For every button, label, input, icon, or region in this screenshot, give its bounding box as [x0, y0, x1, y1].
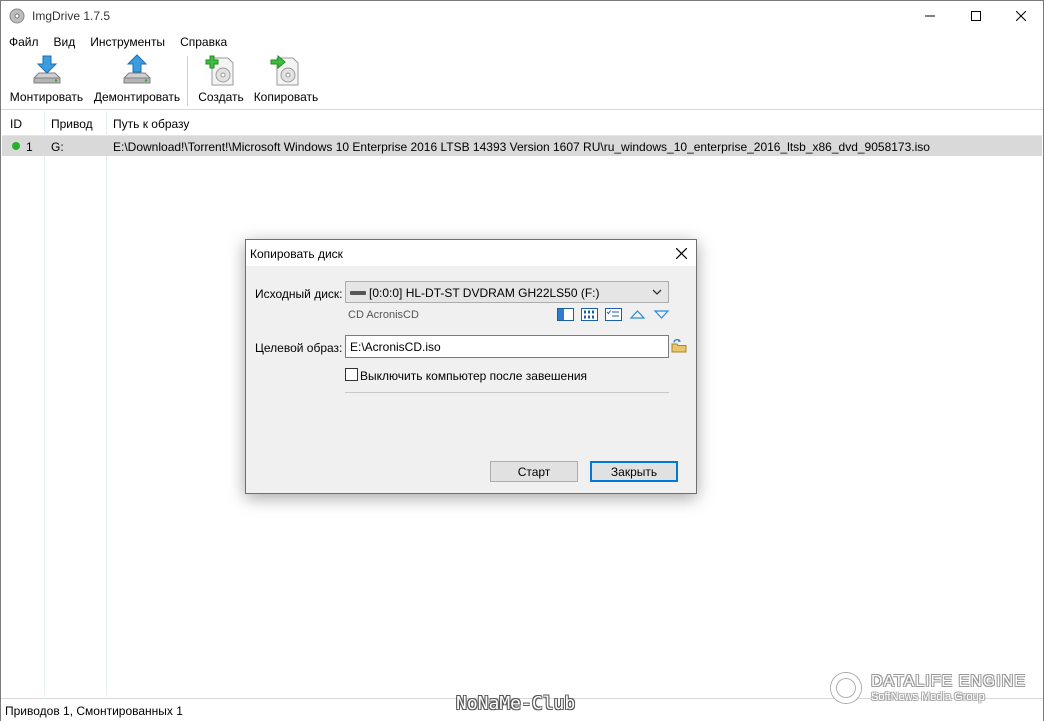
column-divider [106, 111, 107, 697]
column-divider [44, 111, 45, 697]
close-icon [1016, 11, 1026, 21]
menu-bar: Файл Вид Инструменты Справка [1, 32, 234, 52]
source-volume-label: CD AcronisCD [348, 309, 419, 321]
minimize-icon [925, 15, 935, 17]
maximize-icon [971, 11, 981, 21]
app-window: ImgDrive 1.7.5 Файл Вид Инструменты Спра… [0, 0, 1044, 721]
triangle-up-icon[interactable] [629, 308, 646, 321]
list-header: ID Привод Путь к образу [2, 111, 1042, 136]
format-toolbar [557, 308, 670, 322]
row-drive: G: [51, 140, 64, 154]
source-disc-label: Исходный диск: [255, 287, 343, 301]
window-title: ImgDrive 1.7.5 [32, 9, 111, 23]
target-image-label: Целевой образ: [255, 341, 343, 355]
unmount-button[interactable]: Демонтировать [94, 54, 180, 108]
target-image-input[interactable] [346, 336, 666, 357]
folder-refresh-icon [671, 339, 687, 353]
toolbar-separator [187, 56, 188, 106]
copy-button[interactable]: Копировать [252, 54, 320, 108]
create-image-icon [205, 55, 234, 86]
close-button[interactable]: Закрыть [590, 461, 678, 482]
close-window-button[interactable] [998, 1, 1044, 31]
maximize-button[interactable] [953, 1, 999, 31]
table-row[interactable]: 1 G: E:\Download!\Torrent!\Microsoft Win… [2, 136, 1042, 156]
toolbar: Монтировать Демонтировать Создать Копиро… [1, 52, 1043, 110]
triangle-down-icon[interactable] [653, 308, 670, 321]
menu-help[interactable]: Справка [172, 32, 234, 52]
mount-drive-icon [33, 55, 60, 84]
dle-watermark-subtitle: SoftNews Media Group [871, 691, 985, 703]
browse-button[interactable] [671, 338, 687, 354]
minimize-button[interactable] [907, 1, 953, 31]
source-disc-select[interactable]: [0:0:0] HL-DT-ST DVDRAM GH22LS50 (F:) [345, 281, 669, 303]
chevron-down-icon [652, 289, 662, 295]
view-panel-icon[interactable] [557, 308, 574, 321]
menu-tools[interactable]: Инструменты [82, 32, 172, 52]
create-label: Создать [198, 90, 244, 104]
copy-disc-icon [270, 54, 299, 86]
menu-file[interactable]: Файл [1, 32, 46, 52]
column-header-path[interactable]: Путь к образу [113, 117, 189, 131]
dialog-close-button[interactable] [670, 244, 692, 262]
dle-logo-icon [831, 673, 861, 703]
checklist-icon[interactable] [605, 308, 622, 321]
dle-watermark: DATALIFE ENGINE SoftNews Media Group [831, 671, 1036, 707]
target-image-field-box [345, 335, 669, 358]
source-disc-value: [0:0:0] HL-DT-ST DVDRAM GH22LS50 (F:) [369, 286, 600, 300]
unmount-label: Демонтировать [93, 90, 181, 104]
shutdown-checkbox[interactable] [345, 368, 358, 381]
copy-disc-dialog: Копировать диск Исходный диск: [0:0:0] H… [245, 239, 697, 494]
column-header-id[interactable]: ID [10, 117, 22, 131]
row-path: E:\Download!\Torrent!\Microsoft Windows … [113, 140, 930, 154]
status-text: Приводов 1, Смонтированных 1 [5, 704, 183, 718]
dialog-title-bar: Копировать диск [246, 240, 696, 266]
row-id: 1 [26, 140, 33, 154]
dialog-divider [345, 392, 669, 393]
disc-icon [9, 8, 25, 24]
title-bar: ImgDrive 1.7.5 [1, 1, 1043, 32]
dialog-title: Копировать диск [250, 247, 343, 261]
unmount-drive-icon [123, 54, 151, 84]
copy-label: Копировать [253, 90, 319, 104]
close-icon [675, 247, 687, 259]
mount-button[interactable]: Монтировать [9, 54, 84, 108]
menu-view[interactable]: Вид [46, 32, 83, 52]
start-button[interactable]: Старт [490, 461, 578, 482]
mounted-status-icon [12, 142, 20, 150]
binary-format-icon[interactable] [581, 308, 598, 321]
dle-watermark-title: DATALIFE ENGINE [871, 673, 1026, 690]
column-header-drive[interactable]: Привод [51, 117, 93, 131]
shutdown-checkbox-label[interactable]: Выключить компьютер после завешения [360, 369, 587, 383]
create-button[interactable]: Создать [197, 54, 245, 108]
noname-watermark: NoNaMe-Club [456, 693, 576, 714]
optical-drive-icon [350, 291, 366, 295]
mount-label: Монтировать [9, 90, 84, 104]
